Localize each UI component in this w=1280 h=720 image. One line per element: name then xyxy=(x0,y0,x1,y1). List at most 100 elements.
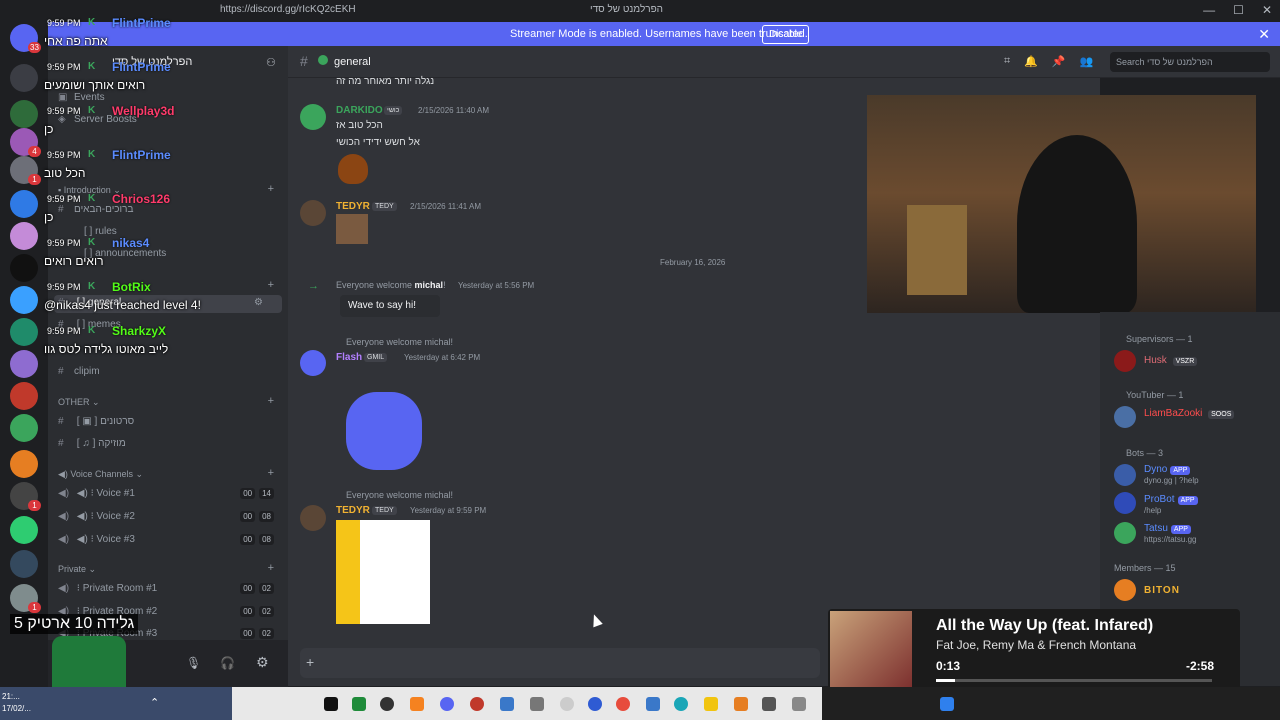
member-name[interactable]: Husk VSZR xyxy=(1144,355,1198,366)
avatar[interactable] xyxy=(300,104,326,130)
avatar[interactable] xyxy=(1114,522,1136,544)
channel-welcome[interactable]: # ברוכים-הבאים xyxy=(58,204,133,215)
message-author[interactable]: Flash xyxy=(336,352,362,363)
server-icon[interactable] xyxy=(10,286,38,314)
channel-memes[interactable]: # [ ] memes xyxy=(58,319,121,330)
avatar[interactable] xyxy=(300,200,326,226)
message-author[interactable]: TEDYR xyxy=(336,505,370,516)
sticker-image[interactable] xyxy=(336,520,430,624)
category-private[interactable]: Private ⌄ xyxy=(58,564,96,575)
calculator-icon[interactable] xyxy=(646,697,660,711)
channel-announcements[interactable]: [ ] announcements xyxy=(84,248,166,259)
add-channel-icon[interactable]: + xyxy=(268,562,274,574)
add-channel-icon[interactable]: + xyxy=(268,395,274,407)
voice-channel[interactable]: ◀) ◀) ⁝ Voice #1 xyxy=(58,488,135,499)
member-name[interactable]: Dyno APP xyxy=(1144,464,1191,475)
category-other[interactable]: OTHER ⌄ xyxy=(58,397,100,408)
threads-icon[interactable]: ⌗ xyxy=(1004,55,1010,68)
private-channel[interactable]: ◀) ⁝ Private Room #1 xyxy=(58,583,157,594)
avatar[interactable] xyxy=(1114,350,1136,372)
channel-sratonim[interactable]: # [ ▣ ] סרטונים xyxy=(58,416,134,427)
search-input[interactable]: Search הפרלמנט של סדי xyxy=(1110,52,1270,72)
microphone-icon[interactable]: 🎙 xyxy=(186,656,201,670)
member-name[interactable]: BITON xyxy=(1144,585,1180,596)
chrome-icon[interactable] xyxy=(616,697,630,711)
headphones-icon[interactable]: 🎧 xyxy=(220,656,235,670)
app-icon[interactable] xyxy=(762,697,776,711)
terminal-icon[interactable] xyxy=(324,697,338,711)
user-settings-icon[interactable]: ⚙ xyxy=(256,654,269,671)
avatar[interactable] xyxy=(1114,406,1136,428)
server-icon[interactable] xyxy=(10,550,38,578)
add-attachment-icon[interactable]: + xyxy=(306,654,314,670)
member-name[interactable]: Tatsu APP xyxy=(1144,523,1191,534)
reply-reference[interactable]: Everyone welcome michal! xyxy=(346,490,453,500)
server-icon[interactable] xyxy=(10,64,38,92)
app-icon[interactable] xyxy=(380,697,394,711)
category-voice[interactable]: ◀) Voice Channels ⌄ xyxy=(58,469,143,480)
server-icon[interactable] xyxy=(10,382,38,410)
maximize-icon[interactable]: ☐ xyxy=(1233,3,1244,17)
app-icon[interactable] xyxy=(560,697,574,711)
members-icon[interactable]: 👥 xyxy=(1080,55,1094,68)
reply-reference[interactable]: Everyone welcome michal! xyxy=(346,337,453,347)
app-icon[interactable] xyxy=(734,697,748,711)
member-name[interactable]: LiamBaZooki SOOS xyxy=(1144,408,1235,419)
add-channel-icon[interactable]: + xyxy=(268,183,274,195)
message-author[interactable]: DARKIDO xyxy=(336,105,383,116)
channel-settings-icon[interactable]: ⚙ xyxy=(254,297,263,308)
windows-start-icon[interactable] xyxy=(940,697,954,711)
avatar[interactable] xyxy=(1114,579,1136,601)
server-icon[interactable] xyxy=(10,414,38,442)
pin-icon[interactable]: 📌 xyxy=(1052,55,1066,68)
message-author[interactable]: TEDYR xyxy=(336,201,370,212)
app-icon[interactable] xyxy=(470,697,484,711)
add-channel-icon[interactable]: + xyxy=(268,279,274,291)
member-name[interactable]: ProBot APP xyxy=(1144,494,1198,505)
channel-music[interactable]: # [ ♫ ] מוזיקה xyxy=(58,438,126,449)
app-icon[interactable] xyxy=(530,697,544,711)
server-icon[interactable] xyxy=(10,318,38,346)
folder-icon[interactable] xyxy=(704,697,718,711)
chevron-up-icon[interactable]: ⌃ xyxy=(150,696,159,709)
agents-server-icon[interactable] xyxy=(10,190,38,218)
avatar[interactable] xyxy=(300,505,326,531)
channel-rules[interactable]: [ ] rules xyxy=(84,226,117,237)
server-icon[interactable] xyxy=(10,100,38,128)
app-icon[interactable] xyxy=(500,697,514,711)
channel-general[interactable]: # [ ] general xyxy=(58,297,121,308)
add-friend-icon[interactable]: ⚇ xyxy=(266,56,276,69)
discord-icon[interactable] xyxy=(440,697,454,711)
server-icon[interactable] xyxy=(10,350,38,378)
app-icon[interactable] xyxy=(352,697,366,711)
voice-channel[interactable]: ◀) ◀) ⁝ Voice #2 xyxy=(58,511,135,522)
close-window-icon[interactable]: ✕ xyxy=(1262,3,1272,17)
avatar[interactable] xyxy=(300,350,326,376)
avatar[interactable] xyxy=(1114,464,1136,486)
sticker-wumpus[interactable] xyxy=(346,392,422,470)
image-attachment[interactable] xyxy=(336,214,368,244)
avatar[interactable] xyxy=(1114,492,1136,514)
app-icon[interactable] xyxy=(588,697,602,711)
add-channel-icon[interactable]: + xyxy=(268,467,274,479)
brave-icon[interactable] xyxy=(410,697,424,711)
minimize-icon[interactable]: — xyxy=(1203,3,1215,17)
channel-clipim[interactable]: # clipim xyxy=(58,366,100,377)
close-icon[interactable]: ✕ xyxy=(1258,26,1270,43)
message-composer[interactable]: + xyxy=(300,648,820,678)
edge-icon[interactable] xyxy=(674,697,688,711)
server-icon[interactable] xyxy=(10,222,38,250)
category-introduction[interactable]: ▪ Introduction ⌄ xyxy=(58,185,121,196)
wave-button[interactable]: Wave to say hi! xyxy=(340,295,440,317)
server-icon[interactable] xyxy=(10,254,38,282)
server-icon[interactable] xyxy=(10,450,38,478)
welcome-user[interactable]: michal xyxy=(415,280,444,290)
server-icon[interactable] xyxy=(10,516,38,544)
boosts-item[interactable]: ◈ Server Boosts xyxy=(58,114,137,125)
server-header[interactable]: הפרלמנט של סדי ⚇ xyxy=(48,46,288,78)
events-item[interactable]: ▣ Events xyxy=(58,92,105,103)
voice-channel[interactable]: ◀) ◀) ⁝ Voice #3 xyxy=(58,534,135,545)
app-icon[interactable] xyxy=(792,697,806,711)
bell-icon[interactable]: 🔔 xyxy=(1024,55,1038,68)
disable-button[interactable]: Disable xyxy=(762,25,810,44)
